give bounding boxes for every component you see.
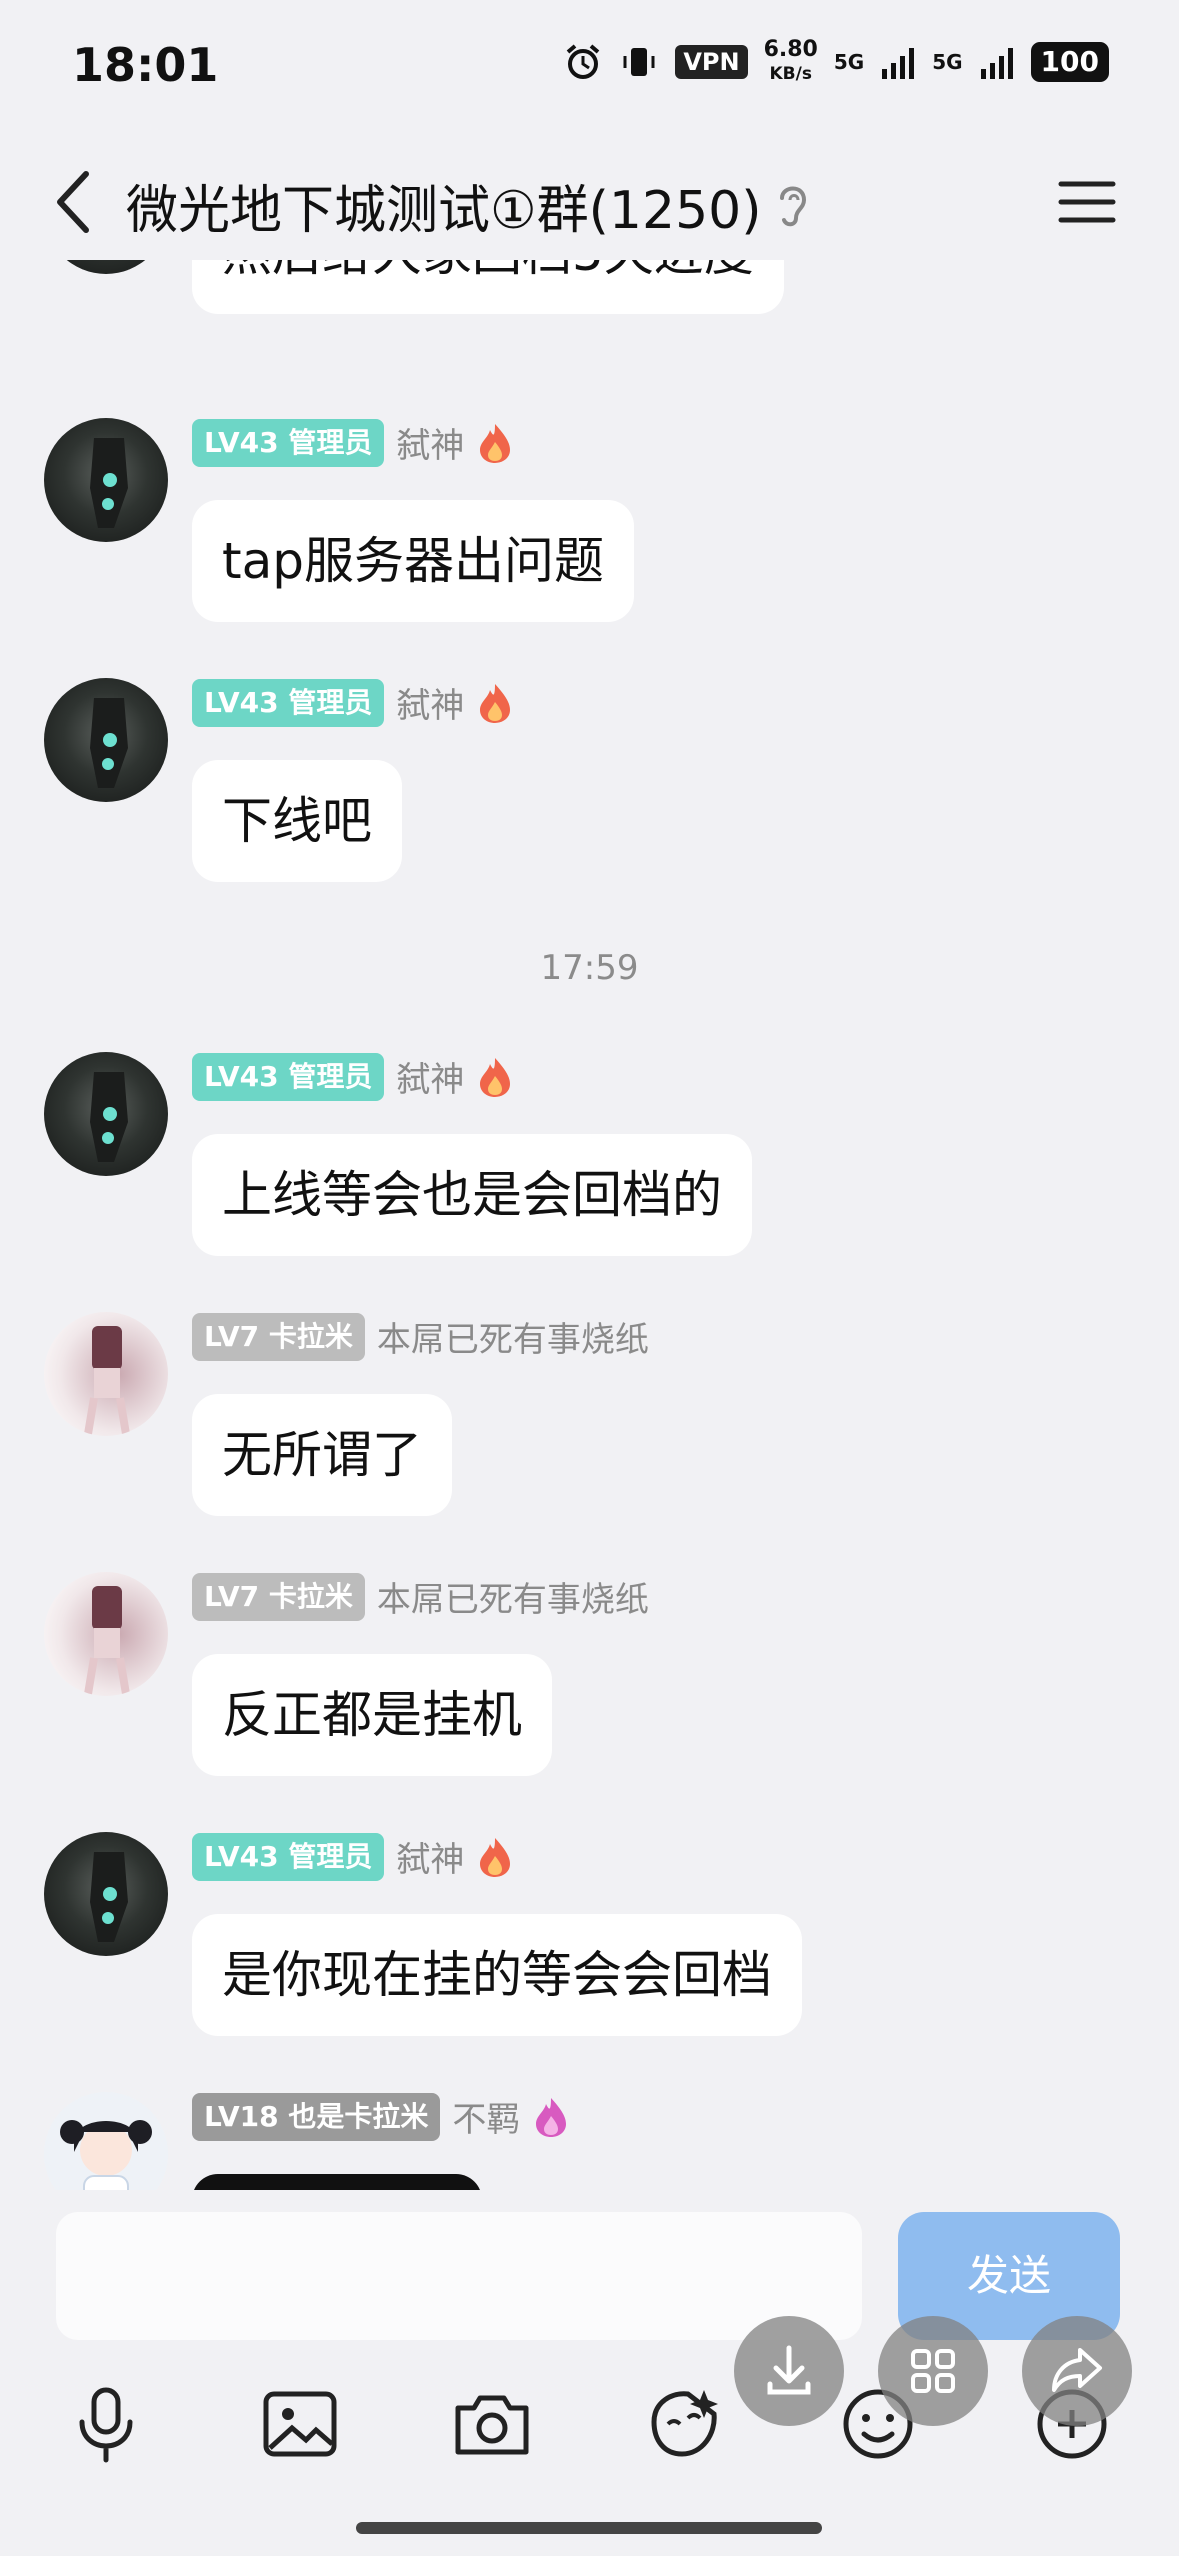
- status-icons: VPN 6.80 KB/s 5G 5G 100: [563, 38, 1109, 86]
- share-button[interactable]: [1022, 2316, 1132, 2426]
- speed-value: 6.80: [763, 37, 818, 62]
- status-time: 18:01: [72, 38, 219, 92]
- avatar[interactable]: [44, 678, 168, 802]
- flame-icon: [480, 1057, 511, 1097]
- sender-name[interactable]: 弑神: [396, 1832, 464, 1881]
- image-icon[interactable]: [258, 2382, 342, 2466]
- flame-icon-purple: [536, 2097, 567, 2137]
- nav-bar: 微光地下城测试①群(1250): [0, 140, 1179, 270]
- sticker-icon[interactable]: [642, 2382, 726, 2466]
- message-bubble[interactable]: 上线等会也是会回档的: [192, 1134, 752, 1256]
- sender-row: LV43 管理员 弑神: [192, 418, 514, 467]
- download-icon: [767, 2345, 811, 2395]
- battery-indicator: 100: [1030, 42, 1109, 82]
- avatar[interactable]: [44, 1312, 168, 1436]
- avatar-image: [90, 698, 128, 788]
- input-toolbar: [0, 2362, 1179, 2472]
- avatar-image: [90, 1072, 128, 1162]
- speed-unit: KB/s: [769, 64, 812, 84]
- level-badge: LV43 管理员: [192, 678, 385, 727]
- input-area: 发送: [0, 2196, 1179, 2556]
- signal-icon: [882, 48, 915, 79]
- alarm-icon: [567, 44, 600, 79]
- level-badge: LV43 管理员: [192, 418, 385, 467]
- avatar-image: [84, 1586, 130, 1695]
- sender-name[interactable]: 本屌已死有事烧纸: [377, 1312, 649, 1361]
- sender-name[interactable]: 弑神: [396, 418, 464, 467]
- sender-name[interactable]: 不羁: [452, 2092, 520, 2141]
- chat-message-list[interactable]: 然后给大家回档5天进度 LV43 管理员 弑神 tap服务器出问题 LV43 管…: [0, 260, 1179, 2190]
- avatar[interactable]: [44, 1832, 168, 1956]
- flame-icon: [480, 683, 511, 723]
- avatar-image: [90, 1852, 128, 1942]
- sender-row: LV43 管理员 弑神: [192, 1052, 514, 1101]
- chat-title: 微光地下城测试①群(1250): [126, 181, 762, 241]
- message-bubble[interactable]: tap服务器出问题: [192, 500, 634, 622]
- network-5g-2: 5G: [932, 50, 963, 74]
- vibrate-icon: [623, 48, 655, 76]
- level-badge: LV18 也是卡拉米: [192, 2092, 441, 2141]
- sender-row: LV7 卡拉米 本屌已死有事烧纸: [192, 1572, 649, 1621]
- message-bubble[interactable]: 反正都是挂机: [192, 1654, 552, 1776]
- level-badge: LV43 管理员: [192, 1832, 385, 1881]
- camera-icon[interactable]: [450, 2382, 534, 2466]
- signal-icon-2: [980, 48, 1013, 79]
- avatar-image: [84, 1326, 130, 1435]
- grid-button[interactable]: [878, 2316, 988, 2426]
- message-timestamp: 17:59: [540, 948, 639, 988]
- sender-name[interactable]: 弑神: [396, 1052, 464, 1101]
- ear-icon[interactable]: [770, 176, 816, 232]
- avatar-image: [60, 2120, 152, 2190]
- network-5g-1: 5G: [833, 50, 865, 74]
- message-bubble[interactable]: 无所谓了: [192, 1394, 452, 1516]
- status-bar: 18:01 VPN 6.80 KB/s 5G 5G 100: [0, 0, 1179, 130]
- grid-icon: [911, 2349, 955, 2393]
- share-icon: [1052, 2348, 1102, 2392]
- microphone-icon[interactable]: [64, 2382, 148, 2466]
- avatar[interactable]: [44, 2092, 168, 2190]
- message-bubble[interactable]: 然后给大家回档5天进度: [192, 260, 784, 314]
- level-badge: LV7 卡拉米: [192, 1572, 365, 1621]
- avatar[interactable]: [44, 418, 168, 542]
- avatar[interactable]: [44, 260, 168, 274]
- sender-row: LV43 管理员 弑神: [192, 678, 514, 727]
- level-badge: LV7 卡拉米: [192, 1312, 365, 1361]
- flame-icon: [480, 423, 511, 463]
- message-bubble[interactable]: 下线吧: [192, 760, 402, 882]
- menu-icon[interactable]: [1055, 174, 1119, 230]
- back-icon[interactable]: [40, 162, 110, 242]
- message-bubble[interactable]: [192, 2174, 482, 2190]
- message-bubble[interactable]: 是你现在挂的等会会回档: [192, 1914, 802, 2036]
- vpn-badge: VPN: [675, 45, 748, 79]
- avatar[interactable]: [44, 1572, 168, 1696]
- level-badge: LV43 管理员: [192, 1052, 385, 1101]
- sender-row: LV43 管理员 弑神: [192, 1832, 514, 1881]
- avatar-image: [90, 438, 128, 528]
- avatar[interactable]: [44, 1052, 168, 1176]
- sender-row: LV7 卡拉米 本屌已死有事烧纸: [192, 1312, 649, 1361]
- sender-name[interactable]: 弑神: [396, 678, 464, 727]
- flame-icon: [480, 1837, 511, 1877]
- sender-name[interactable]: 本屌已死有事烧纸: [377, 1572, 649, 1621]
- home-indicator[interactable]: [356, 2522, 822, 2534]
- network-speed: 6.80 KB/s: [764, 38, 818, 86]
- sender-row: LV18 也是卡拉米 不羁: [192, 2092, 570, 2141]
- download-button[interactable]: [734, 2316, 844, 2426]
